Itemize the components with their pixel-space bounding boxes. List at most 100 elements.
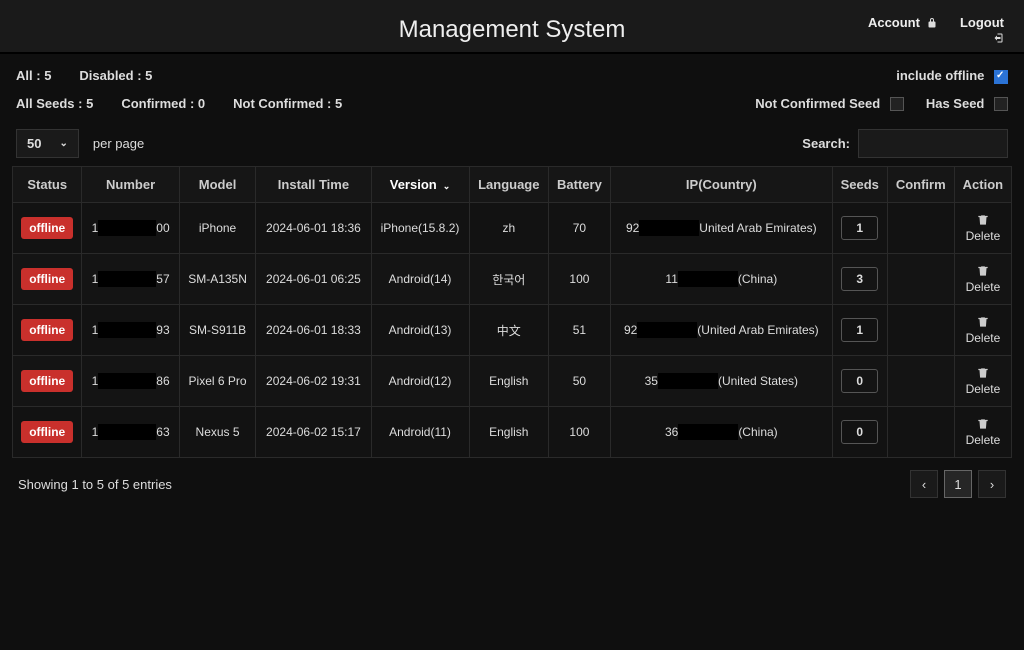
col-number[interactable]: Number [82,167,179,203]
col-battery[interactable]: Battery [549,167,611,203]
seeds-button[interactable]: 1 [841,216,878,240]
col-confirm[interactable]: Confirm [887,167,954,203]
status-badge: offline [21,421,73,443]
col-action[interactable]: Action [954,167,1011,203]
header-actions: Account Logout [868,15,1004,44]
status-badge: offline [21,319,73,341]
logout-link[interactable]: Logout [960,15,1004,44]
next-page-button[interactable]: › [978,470,1006,498]
ip-cell: 35(United States) [610,356,832,407]
confirm-cell [887,407,954,458]
table-row: offline163Nexus 52024-06-02 15:17Android… [13,407,1012,458]
trash-icon [976,315,990,329]
filter-not-confirmed[interactable]: Not Confirmed : 5 [233,96,342,111]
battery-cell: 100 [549,254,611,305]
table-header-row: Status Number Model Install Time Version… [13,167,1012,203]
install-time-cell: 2024-06-01 18:36 [256,203,371,254]
filter-all-seeds[interactable]: All Seeds : 5 [16,96,93,111]
redacted [98,271,156,287]
number-cell: 157 [82,254,179,305]
page-number-button[interactable]: 1 [944,470,972,498]
model-cell: iPhone [179,203,256,254]
table-footer: Showing 1 to 5 of 5 entries ‹ 1 › [0,458,1024,510]
trash-icon [976,213,990,227]
filter-disabled[interactable]: Disabled : 5 [79,68,152,83]
language-cell: 한국어 [469,254,549,305]
seeds-button[interactable]: 0 [841,420,878,444]
not-confirmed-seed-toggle[interactable]: Not Confirmed Seed [755,96,904,112]
table-controls: 50 ⌄ per page Search: [0,125,1024,166]
battery-cell: 70 [549,203,611,254]
ip-cell: 92(United Arab Emirates) [610,305,832,356]
confirm-cell [887,305,954,356]
confirm-cell [887,203,954,254]
table-row: offline193SM-S911B2024-06-01 18:33Androi… [13,305,1012,356]
seeds-button[interactable]: 3 [841,267,878,291]
page-size-select[interactable]: 50 ⌄ [16,129,79,158]
col-ip-country[interactable]: IP(Country) [610,167,832,203]
confirm-cell [887,356,954,407]
ip-cell: 36(China) [610,407,832,458]
delete-button[interactable]: Delete [961,417,1005,447]
install-time-cell: 2024-06-01 06:25 [256,254,371,305]
battery-cell: 50 [549,356,611,407]
checkbox-icon [994,70,1008,84]
logout-icon [992,32,1004,44]
status-badge: offline [21,370,73,392]
redacted [678,424,738,440]
col-language[interactable]: Language [469,167,549,203]
has-seed-toggle[interactable]: Has Seed [926,96,1008,112]
per-page-label: per page [93,136,144,151]
chevron-down-icon: ⌄ [443,181,451,191]
language-cell: English [469,407,549,458]
header: Management System Account Logout [0,0,1024,52]
ip-cell: 11(China) [610,254,832,305]
version-cell: Android(13) [371,305,469,356]
checkbox-icon [890,97,904,111]
install-time-cell: 2024-06-02 19:31 [256,356,371,407]
filter-confirmed[interactable]: Confirmed : 0 [121,96,205,111]
install-time-cell: 2024-06-02 15:17 [256,407,371,458]
table-row: offline157SM-A135N2024-06-01 06:25Androi… [13,254,1012,305]
trash-icon [976,264,990,278]
battery-cell: 100 [549,407,611,458]
col-status[interactable]: Status [13,167,82,203]
entries-info: Showing 1 to 5 of 5 entries [18,477,172,492]
delete-button[interactable]: Delete [961,213,1005,243]
filters: All : 5 Disabled : 5 include offline All… [0,58,1024,125]
lock-icon [926,17,938,29]
seeds-button[interactable]: 1 [841,318,878,342]
version-cell: iPhone(15.8.2) [371,203,469,254]
number-cell: 186 [82,356,179,407]
prev-page-button[interactable]: ‹ [910,470,938,498]
seeds-button[interactable]: 0 [841,369,878,393]
col-seeds[interactable]: Seeds [832,167,887,203]
version-cell: Android(12) [371,356,469,407]
redacted [639,220,699,236]
battery-cell: 51 [549,305,611,356]
checkbox-icon [994,97,1008,111]
redacted [98,220,156,236]
col-install-time[interactable]: Install Time [256,167,371,203]
include-offline-toggle[interactable]: include offline [896,68,1008,84]
ip-cell: 92United Arab Emirates) [610,203,832,254]
table-row: offline186Pixel 6 Pro2024-06-02 19:31And… [13,356,1012,407]
chevron-down-icon: ⌄ [59,138,67,149]
col-model[interactable]: Model [179,167,256,203]
search-label: Search: [802,136,850,151]
version-cell: Android(11) [371,407,469,458]
pagination: ‹ 1 › [910,470,1006,498]
account-link[interactable]: Account [868,15,938,30]
col-version[interactable]: Version⌄ [371,167,469,203]
language-cell: zh [469,203,549,254]
delete-button[interactable]: Delete [961,315,1005,345]
page-title: Management System [16,10,1008,46]
delete-button[interactable]: Delete [961,264,1005,294]
search-input[interactable] [858,129,1008,158]
filter-all[interactable]: All : 5 [16,68,51,83]
delete-button[interactable]: Delete [961,366,1005,396]
status-badge: offline [21,268,73,290]
number-cell: 193 [82,305,179,356]
status-badge: offline [21,217,73,239]
model-cell: Nexus 5 [179,407,256,458]
